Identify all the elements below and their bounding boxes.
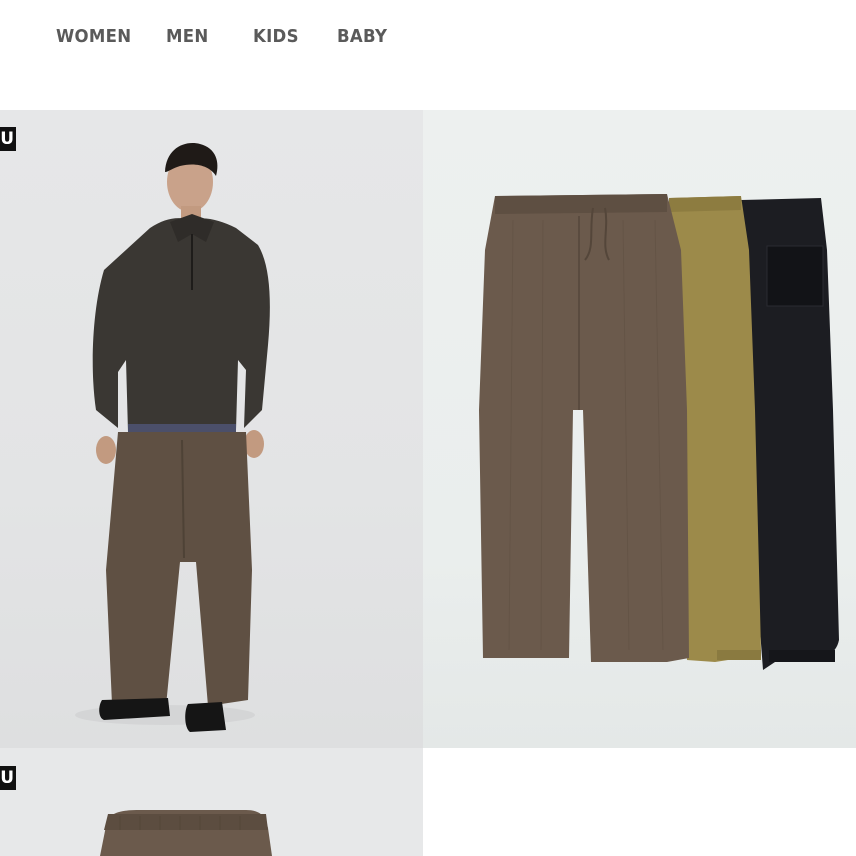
product-tile-flatlay[interactable] xyxy=(423,110,856,748)
brand-badge: U xyxy=(0,127,16,151)
pants-flatlay-photo xyxy=(479,194,839,670)
page: WOMEN MEN KIDS BABY U U xyxy=(0,0,856,856)
nav-item-baby[interactable]: BABY xyxy=(337,26,387,47)
product-tile-waistband[interactable]: U xyxy=(0,748,423,856)
product-tile-model[interactable]: U xyxy=(0,110,423,748)
nav-item-kids[interactable]: KIDS xyxy=(253,26,299,47)
category-nav: WOMEN MEN KIDS BABY xyxy=(0,0,856,110)
waistband-photo xyxy=(100,810,272,856)
nav-item-women[interactable]: WOMEN xyxy=(56,26,131,47)
model-photo xyxy=(75,143,270,732)
product-tile-empty xyxy=(423,748,856,856)
nav-item-men[interactable]: MEN xyxy=(166,26,208,47)
brand-badge: U xyxy=(0,766,16,790)
